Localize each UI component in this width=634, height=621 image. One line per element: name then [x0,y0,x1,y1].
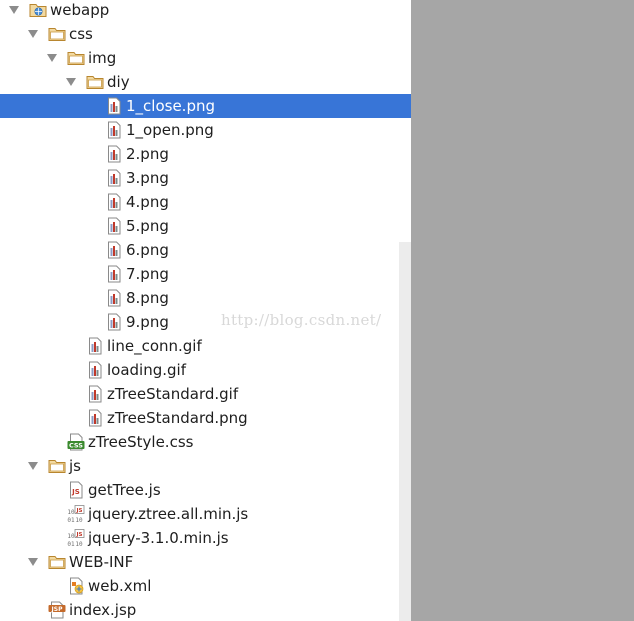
folder-icon [48,25,66,43]
tree-item-label: 7.png [126,265,169,283]
svg-text:JS: JS [75,508,82,514]
svg-text:10: 10 [75,517,83,523]
tree-item-label: index.jsp [69,601,137,619]
tree-item-label: web.xml [88,577,152,595]
tree-item-label: diy [107,73,130,91]
tree-item-index-jsp[interactable]: JSP index.jsp [0,598,411,621]
svg-text:10: 10 [67,533,75,540]
expand-arrow-icon[interactable] [45,46,59,70]
tree-item-9-png[interactable]: 9.png [0,310,411,334]
expand-arrow-icon[interactable] [26,22,40,46]
tree-item-2-png[interactable]: 2.png [0,142,411,166]
js-binary-file-icon: JS 10 01 10 [67,505,85,523]
tree-item-5-png[interactable]: 5.png [0,214,411,238]
tree-item-jquery-ztree-all-min-js[interactable]: JS 10 01 10 jquery.ztree.all.min.js [0,502,411,526]
tree-item-ztreestyle-css[interactable]: CSS zTreeStyle.css [0,430,411,454]
tree-item-js[interactable]: js [0,454,411,478]
tree-item-label: 8.png [126,289,169,307]
expand-arrow-icon[interactable] [7,0,21,22]
tree-item-label: WEB-INF [69,553,134,571]
web-module-icon [29,1,47,19]
tree-item-label: getTree.js [88,481,161,499]
image-file-icon [86,409,104,427]
folder-icon [48,457,66,475]
folder-icon [48,553,66,571]
tree-item-8-png[interactable]: 8.png [0,286,411,310]
css-file-icon: CSS [67,433,85,451]
tree-item-label: css [69,25,93,43]
tree-item-label: 5.png [126,217,169,235]
tree-item-6-png[interactable]: 6.png [0,238,411,262]
js-binary-file-icon: JS 10 01 10 [67,529,85,547]
tree-item-label: jquery-3.1.0.min.js [88,529,229,547]
folder-icon [67,49,85,67]
tree-item-css[interactable]: css [0,22,411,46]
jsp-file-icon: JSP [48,601,66,619]
image-file-icon [105,241,123,259]
tree-item-web-xml[interactable]: web.xml [0,574,411,598]
svg-text:CSS: CSS [69,442,83,450]
image-file-icon [86,361,104,379]
svg-text:JSP: JSP [51,606,64,613]
tree-item-label: 2.png [126,145,169,163]
tree-item-label: line_conn.gif [107,337,202,355]
expand-arrow-icon[interactable] [26,454,40,478]
tree-item-label: 4.png [126,193,169,211]
tree-item-7-png[interactable]: 7.png [0,262,411,286]
tree-item-webapp[interactable]: webapp [0,0,411,22]
tree-item-label: zTreeStandard.gif [107,385,239,403]
expand-arrow-icon[interactable] [26,550,40,574]
svg-text:01: 01 [67,517,75,523]
svg-text:JS: JS [71,488,80,496]
image-file-icon [105,265,123,283]
tree-item-3-png[interactable]: 3.png [0,166,411,190]
expand-arrow-icon[interactable] [64,70,78,94]
svg-text:JS: JS [75,532,82,538]
editor-empty-area [411,0,634,621]
xml-file-icon [67,577,85,595]
project-tree-panel: webapp css img diy 1_close.png 1_open.png 2.pn… [0,0,411,621]
tree-item-ztreestandard-gif[interactable]: zTreeStandard.gif [0,382,411,406]
svg-text:01: 01 [67,541,75,547]
image-file-icon [105,97,123,115]
image-file-icon [105,313,123,331]
tree-item-jquery-3-1-0-min-js[interactable]: JS 10 01 10 jquery-3.1.0.min.js [0,526,411,550]
tree-item-label: webapp [50,1,110,19]
tree-item-label: jquery.ztree.all.min.js [88,505,249,523]
svg-text:10: 10 [75,541,83,547]
tree-item-label: js [69,457,81,475]
tree-item-1-open-png[interactable]: 1_open.png [0,118,411,142]
image-file-icon [105,169,123,187]
tree-item-label: loading.gif [107,361,186,379]
image-file-icon [105,145,123,163]
tree-item-label: zTreeStyle.css [88,433,194,451]
tree-item-label: 9.png [126,313,169,331]
tree-item-label: img [88,49,117,67]
tree-item-loading-gif[interactable]: loading.gif [0,358,411,382]
folder-icon [86,73,104,91]
tree-item-ztreestandard-png[interactable]: zTreeStandard.png [0,406,411,430]
js-file-icon: JS [67,481,85,499]
tree-item-diy[interactable]: diy [0,70,411,94]
tree-item-img[interactable]: img [0,46,411,70]
image-file-icon [105,193,123,211]
vertical-scrollbar[interactable] [399,242,411,621]
tree-item-label: 1_open.png [126,121,214,139]
tree-item-line-conn-gif[interactable]: line_conn.gif [0,334,411,358]
image-file-icon [86,337,104,355]
tree-item-label: zTreeStandard.png [107,409,248,427]
image-file-icon [86,385,104,403]
image-file-icon [105,121,123,139]
image-file-icon [105,217,123,235]
tree-item-1-close-png[interactable]: 1_close.png [0,94,411,118]
tree-item-label: 1_close.png [126,97,215,115]
tree-item-label: 6.png [126,241,169,259]
tree-item-label: 3.png [126,169,169,187]
tree-item-gettree-js[interactable]: JS getTree.js [0,478,411,502]
tree-item-4-png[interactable]: 4.png [0,190,411,214]
image-file-icon [105,289,123,307]
tree-item-web-inf[interactable]: WEB-INF [0,550,411,574]
svg-text:10: 10 [67,509,75,516]
